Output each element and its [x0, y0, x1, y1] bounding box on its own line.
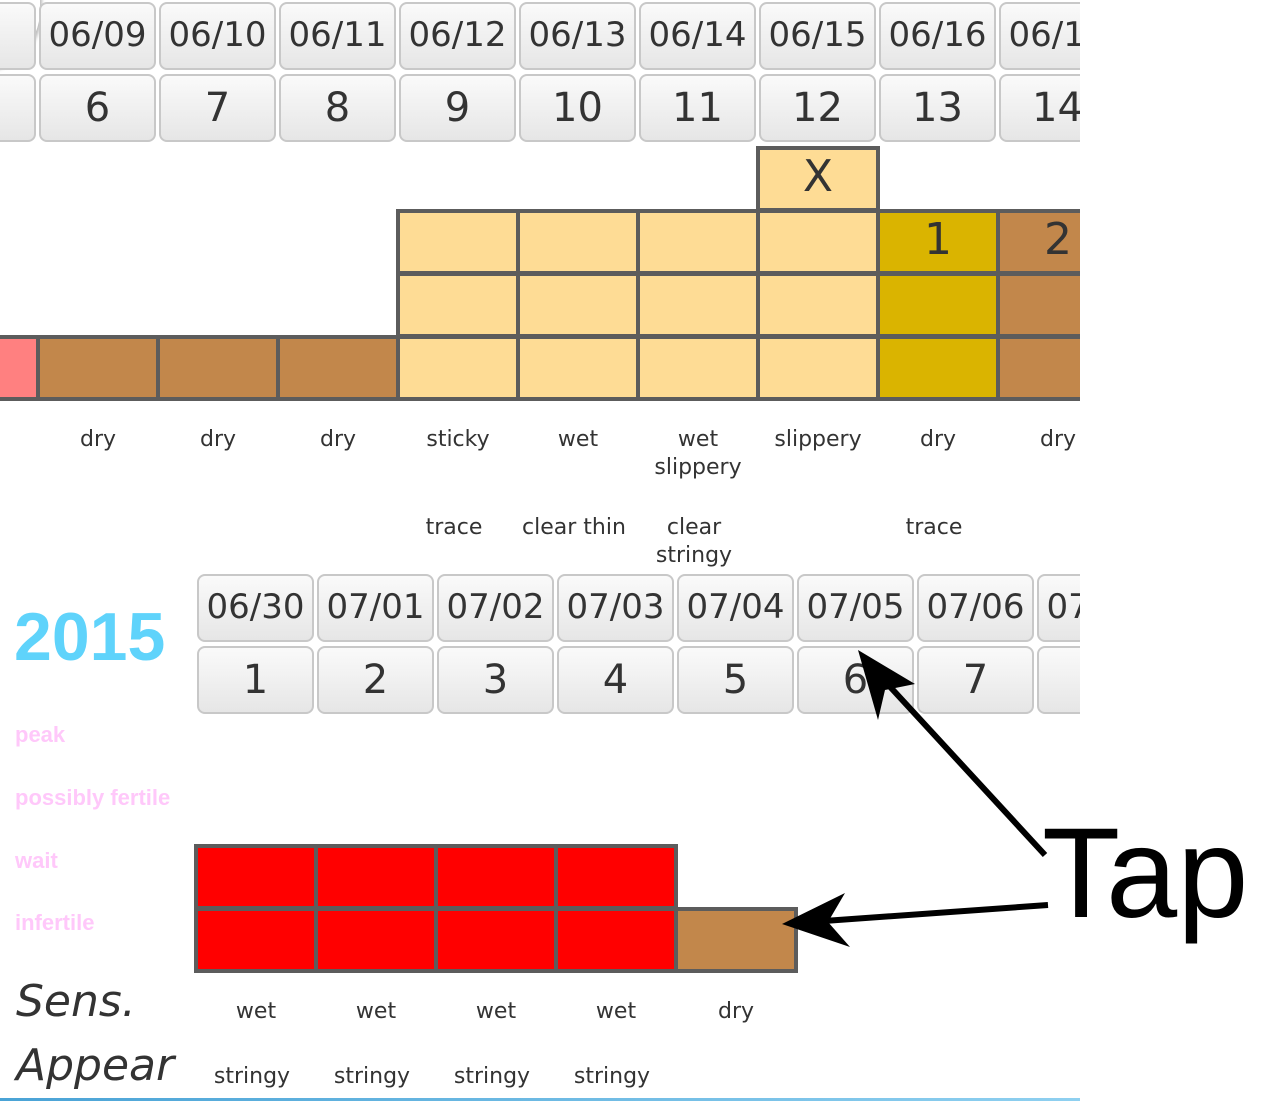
arrow-to-dry-cell	[809, 902, 1049, 925]
arrow-head-day-6	[858, 650, 915, 720]
arrow-to-day-6	[867, 662, 1048, 858]
annotation-arrows	[782, 650, 1049, 947]
